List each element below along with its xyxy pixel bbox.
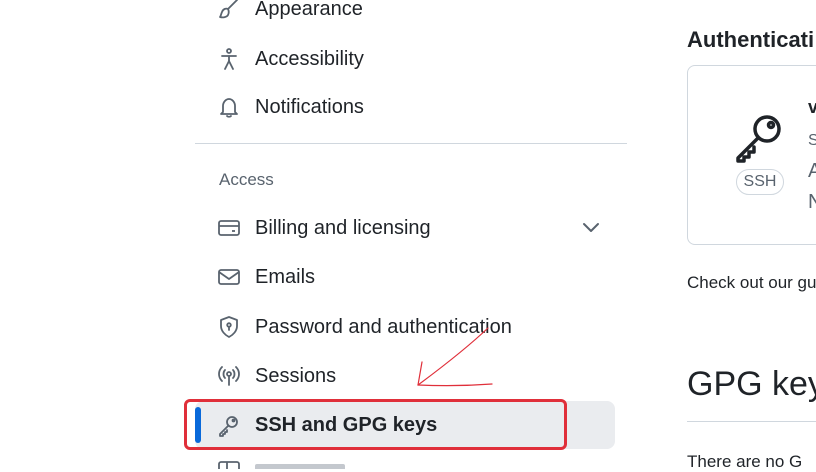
accessibility-icon (221, 48, 237, 70)
sidebar-section-title: Access (219, 170, 274, 189)
sidebar-item-password-authentication[interactable]: Password and authentication (195, 307, 615, 347)
sidebar-divider (195, 143, 627, 144)
card-title-fragment: v (808, 97, 816, 117)
sidebar-item-label: Billing and licensing (255, 217, 431, 239)
ssh-badge: SSH (736, 169, 784, 195)
gpg-keys-heading: GPG key (687, 365, 816, 403)
sidebar-item-sessions[interactable]: Sessions (195, 356, 615, 396)
sidebar-item-emails[interactable]: Emails (195, 257, 615, 297)
cut-off-icon (218, 461, 240, 469)
authentication-heading: Authenticati (687, 27, 815, 52)
no-gpg-keys-text: There are no G (687, 452, 803, 471)
sidebar-item-appearance[interactable]: Appearance (195, 0, 615, 29)
check-out-guide-text: Check out our gu (687, 273, 816, 292)
card-text-fragment: N (808, 191, 816, 213)
broadcast-icon (218, 366, 240, 386)
card-text-fragment: A (808, 160, 816, 182)
sidebar-item-label: Emails (255, 266, 316, 288)
sidebar-item-label: Accessibility (255, 48, 364, 70)
key-icon (736, 115, 781, 163)
chevron-down-icon[interactable] (581, 220, 601, 236)
sidebar-item-label: Sessions (255, 365, 337, 387)
bell-icon (220, 98, 238, 118)
annotation-arrow (417, 327, 493, 387)
sidebar-item-notifications[interactable]: Notifications (195, 87, 615, 127)
cut-off-sidebar-label (255, 460, 355, 469)
gpg-divider (687, 421, 816, 422)
mail-icon (218, 269, 240, 285)
sidebar-item-billing[interactable]: Billing and licensing (195, 208, 615, 248)
sidebar-item-label: Notifications (255, 96, 364, 118)
shield-lock-icon (220, 316, 238, 338)
credit-card-icon (218, 220, 240, 236)
sidebar-item-label: Appearance (255, 0, 363, 20)
annotation-highlight-box (184, 399, 567, 450)
sidebar-item-accessibility[interactable]: Accessibility (195, 39, 615, 79)
card-text-fragment: S (808, 132, 816, 149)
paintbrush-icon (219, 0, 238, 19)
